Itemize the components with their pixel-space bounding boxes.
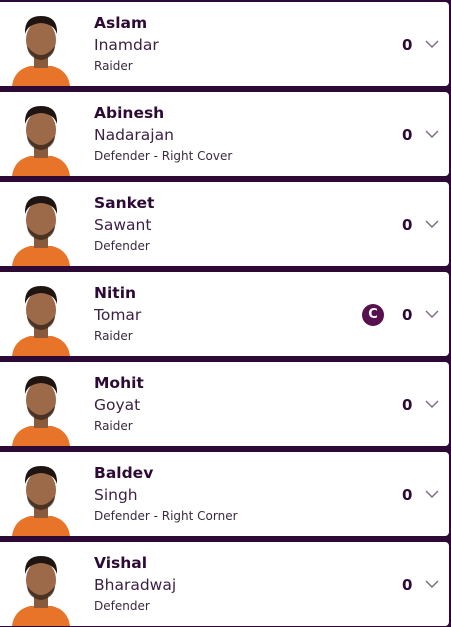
player-role: Defender	[94, 239, 150, 253]
chevron-down-icon[interactable]	[424, 38, 440, 50]
player-points: 0	[402, 216, 413, 234]
player-first-name: Abinesh	[94, 104, 165, 122]
player-card-vishal[interactable]: Vishal Bharadwaj Defender 0	[0, 542, 449, 626]
player-last-name: Sawant	[94, 216, 152, 234]
player-last-name: Tomar	[94, 306, 142, 324]
player-role: Defender - Right Corner	[94, 509, 238, 523]
player-first-name: Baldev	[94, 464, 154, 482]
captain-badge: C	[362, 304, 384, 326]
player-photo	[12, 286, 70, 356]
player-photo	[12, 16, 70, 86]
player-points: 0	[402, 396, 413, 414]
player-role: Defender - Right Cover	[94, 149, 233, 163]
player-list: Aslam Inamdar Raider 0 Abinesh Nadarajan…	[0, 0, 451, 627]
player-points: 0	[402, 126, 413, 144]
chevron-down-icon[interactable]	[424, 218, 440, 230]
player-first-name: Mohit	[94, 374, 144, 392]
player-first-name: Nitin	[94, 284, 137, 302]
player-card-aslam[interactable]: Aslam Inamdar Raider 0	[0, 2, 449, 86]
player-card-nitin[interactable]: Nitin Tomar Raider 0 C	[0, 272, 449, 356]
player-photo	[12, 376, 70, 446]
player-last-name: Singh	[94, 486, 138, 504]
player-points: 0	[402, 486, 413, 504]
player-card-mohit[interactable]: Mohit Goyat Raider 0	[0, 362, 449, 446]
player-points: 0	[402, 576, 413, 594]
player-first-name: Vishal	[94, 554, 148, 572]
chevron-down-icon[interactable]	[424, 308, 440, 320]
player-last-name: Inamdar	[94, 36, 159, 54]
player-last-name: Goyat	[94, 396, 141, 414]
player-role: Raider	[94, 329, 133, 343]
player-photo	[12, 106, 70, 176]
chevron-down-icon[interactable]	[424, 578, 440, 590]
chevron-down-icon[interactable]	[424, 128, 440, 140]
player-points: 0	[402, 36, 413, 54]
player-role: Raider	[94, 419, 133, 433]
player-points: 0	[402, 306, 413, 324]
player-photo	[12, 196, 70, 266]
player-last-name: Bharadwaj	[94, 576, 177, 594]
player-card-sanket[interactable]: Sanket Sawant Defender 0	[0, 182, 449, 266]
chevron-down-icon[interactable]	[424, 488, 440, 500]
chevron-down-icon[interactable]	[424, 398, 440, 410]
player-first-name: Aslam	[94, 14, 148, 32]
player-photo	[12, 466, 70, 536]
player-last-name: Nadarajan	[94, 126, 174, 144]
player-first-name: Sanket	[94, 194, 155, 212]
player-card-abinesh[interactable]: Abinesh Nadarajan Defender - Right Cover…	[0, 92, 449, 176]
player-photo	[12, 556, 70, 626]
player-card-baldev[interactable]: Baldev Singh Defender - Right Corner 0	[0, 452, 449, 536]
player-role: Raider	[94, 59, 133, 73]
player-role: Defender	[94, 599, 150, 613]
